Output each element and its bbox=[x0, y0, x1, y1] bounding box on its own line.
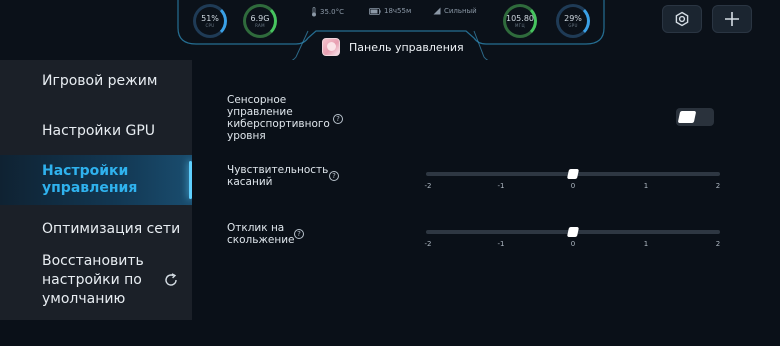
signal-icon bbox=[433, 7, 441, 15]
sidebar-item-control-settings[interactable]: Настройки управления bbox=[0, 155, 192, 205]
battery-temp-stat: 35.0°C bbox=[311, 7, 344, 17]
control-settings-panel: Сенсорное управление киберспортивного ур… bbox=[192, 60, 780, 346]
signal-stat: Сильный bbox=[433, 7, 477, 15]
question-circle-icon[interactable]: ? bbox=[329, 171, 339, 181]
battery-time-stat: 18ч55м bbox=[369, 7, 411, 15]
sidebar-item-label: Настройки управления bbox=[42, 163, 138, 196]
ram-unit: RAM bbox=[255, 23, 265, 28]
sidebar-item-network-optimization[interactable]: Оптимизация сети bbox=[0, 214, 192, 244]
slider-tick-label: -2 bbox=[424, 182, 432, 190]
slider-tick-label: 2 bbox=[715, 182, 721, 190]
slide-response-slider[interactable]: -2 -1 0 1 2 bbox=[424, 224, 722, 254]
question-circle-icon[interactable]: ? bbox=[294, 229, 304, 239]
sidebar-item-label: Настройки GPU bbox=[42, 123, 156, 139]
frequency-unit: МГЦ bbox=[515, 23, 525, 28]
esports-touch-label: Сенсорное управление киберспортивного ур… bbox=[227, 94, 330, 142]
settings-button[interactable] bbox=[662, 5, 702, 33]
toggle-knob bbox=[677, 111, 697, 123]
sidebar-item-label: Оптимизация сети bbox=[42, 221, 181, 237]
battery-temp-value: 35.0°C bbox=[320, 8, 344, 16]
battery-icon bbox=[369, 7, 381, 15]
slider-tick-label: 1 bbox=[643, 240, 649, 248]
touch-sensitivity-slider[interactable]: -2 -1 0 1 2 bbox=[424, 166, 722, 196]
slider-tick-label: 2 bbox=[715, 240, 721, 248]
control-panel-tab-label: Панель управления bbox=[349, 40, 464, 54]
gpu-gauge: 29% GPU bbox=[556, 4, 590, 38]
sidebar-item-reset-defaults[interactable]: Восстановить настройки по умолчанию bbox=[0, 252, 192, 308]
slide-response-label: Отклик на скольжение bbox=[227, 222, 295, 246]
slider-thumb[interactable] bbox=[566, 169, 580, 179]
frequency-gauge: 105.80 МГЦ bbox=[503, 4, 537, 38]
sidebar-item-label: Восстановить настройки по умолчанию bbox=[42, 252, 144, 307]
touch-sensitivity-label: Чувствительность касаний bbox=[227, 164, 329, 188]
slider-tick-label: 1 bbox=[643, 182, 649, 190]
add-button[interactable] bbox=[712, 5, 752, 33]
question-circle-icon[interactable]: ? bbox=[333, 114, 343, 124]
thermometer-icon bbox=[312, 7, 316, 17]
battery-time-value: 18ч55м bbox=[384, 7, 412, 15]
frequency-value: 105.80 bbox=[506, 14, 534, 23]
slider-tick-label: -1 bbox=[497, 182, 505, 190]
cpu-unit: CPU bbox=[205, 23, 215, 28]
refresh-icon bbox=[165, 273, 177, 286]
sidebar-item-label: Игровой режим bbox=[42, 73, 158, 89]
top-status-bar: 51% CPU 6.9G RAM 35.0°C 18ч55м Сильный 1… bbox=[0, 0, 780, 60]
esports-touch-toggle[interactable] bbox=[676, 108, 714, 126]
gpu-unit: GPU bbox=[568, 23, 578, 28]
slider-tick-label: 0 bbox=[570, 182, 576, 190]
plus-icon bbox=[725, 12, 739, 26]
ram-value: 6.9G bbox=[250, 14, 270, 23]
control-panel-tab[interactable]: Панель управления bbox=[322, 37, 464, 57]
gear-icon bbox=[675, 11, 689, 27]
sidebar: Игровой режим Настройки GPU Настройки уп… bbox=[0, 60, 192, 320]
sidebar-item-gpu-settings[interactable]: Настройки GPU bbox=[0, 116, 192, 146]
game-avatar bbox=[322, 38, 340, 56]
slider-tick-label: 0 bbox=[570, 240, 576, 248]
cpu-value: 51% bbox=[201, 14, 219, 23]
gpu-value: 29% bbox=[564, 14, 582, 23]
cpu-gauge: 51% CPU bbox=[193, 4, 227, 38]
slider-thumb[interactable] bbox=[566, 227, 580, 237]
ram-gauge: 6.9G RAM bbox=[243, 4, 277, 38]
slider-tick-label: -2 bbox=[424, 240, 432, 248]
signal-value: Сильный bbox=[444, 7, 477, 15]
sidebar-item-game-mode[interactable]: Игровой режим bbox=[0, 66, 192, 96]
slider-tick-label: -1 bbox=[497, 240, 505, 248]
